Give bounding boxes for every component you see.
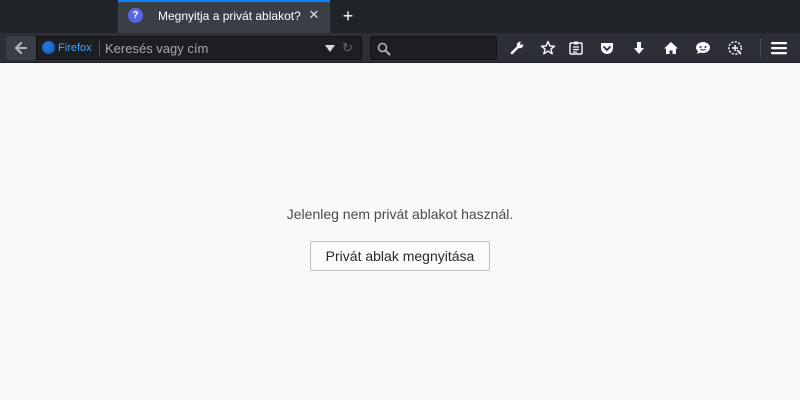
chat-icon [696,42,710,54]
download-arrow-icon [634,42,644,54]
search-icon [377,42,391,56]
screenshot-icon [728,41,742,55]
reading-list-icon [569,41,583,55]
firefox-logo-icon [42,41,55,54]
private-window-message: Jelenleg nem privát ablakot használ. [286,206,514,222]
star-icon [540,40,556,55]
reading-list-button[interactable] [565,38,587,58]
help-icon: ? [128,8,143,23]
pocket-icon [601,43,613,54]
tab-title: Megnyitja a privát ablakot? [158,9,301,23]
home-icon [664,42,678,54]
back-button[interactable] [6,36,36,60]
toolbar-separator [760,39,761,57]
menu-button[interactable] [768,38,790,58]
chat-button[interactable] [692,38,714,58]
developer-tools-button[interactable] [506,38,528,58]
nav-bar: Firefox ↻ [0,33,800,63]
new-tab-button[interactable]: + [339,6,357,26]
identity-separator [99,41,100,57]
tab-strip: ? Megnyitja a privát ablakot? ✕ + [0,0,800,33]
wrench-icon [510,41,524,55]
tab-active[interactable]: ? Megnyitja a privát ablakot? ✕ [118,0,330,33]
url-input[interactable] [105,39,315,57]
downloads-button[interactable] [628,38,650,58]
search-input[interactable] [395,40,493,56]
home-button[interactable] [660,38,682,58]
url-bar[interactable]: Firefox ↻ [36,36,362,60]
search-bar[interactable] [370,36,497,60]
bookmark-button[interactable] [537,38,559,58]
pocket-button[interactable] [596,38,618,58]
identity-label: Firefox [58,41,92,54]
dropdown-arrow-icon[interactable] [325,45,335,52]
screenshot-button[interactable] [724,38,746,58]
page-content: Jelenleg nem privát ablakot használ. Pri… [0,64,800,400]
close-icon[interactable]: ✕ [307,7,321,23]
open-private-window-button[interactable]: Privát ablak megnyitása [310,241,490,271]
back-arrow-icon [14,41,28,55]
identity-box[interactable]: Firefox [42,41,92,54]
hamburger-menu-icon [771,42,787,55]
reload-icon[interactable]: ↻ [342,40,353,56]
